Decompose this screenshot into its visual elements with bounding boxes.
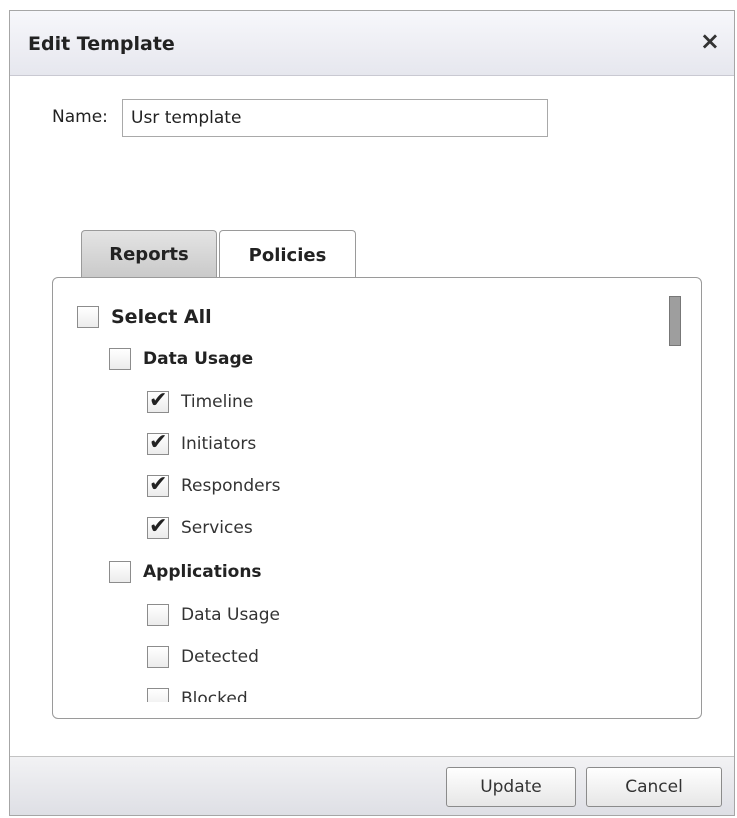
- group-data-usage-row[interactable]: Data Usage: [109, 348, 253, 370]
- responders-checkbox[interactable]: [147, 472, 169, 498]
- blocked-checkbox[interactable]: [147, 688, 169, 702]
- initiators-checkbox[interactable]: [147, 430, 169, 456]
- group-applications-row[interactable]: Applications: [109, 561, 262, 583]
- update-button[interactable]: Update: [446, 767, 576, 807]
- cancel-button[interactable]: Cancel: [586, 767, 722, 807]
- item-label: Services: [181, 518, 253, 538]
- tab-reports[interactable]: Reports: [81, 230, 217, 278]
- select-all-checkbox[interactable]: [77, 306, 99, 328]
- list-item[interactable]: Detected: [147, 646, 259, 668]
- item-label: Detected: [181, 647, 259, 667]
- item-label: Responders: [181, 476, 281, 496]
- select-all-row[interactable]: Select All: [77, 306, 212, 328]
- name-label: Name:: [52, 107, 108, 127]
- reports-panel: Select All Data Usage Timeline Initiator…: [52, 277, 702, 719]
- reports-tree: Select All Data Usage Timeline Initiator…: [53, 278, 671, 702]
- edit-template-dialog: Edit Template × Name: Reports Policies S…: [9, 10, 735, 816]
- group-label: Data Usage: [143, 349, 254, 369]
- timeline-checkbox[interactable]: [147, 388, 169, 414]
- list-item[interactable]: Initiators: [147, 430, 257, 456]
- item-label: Initiators: [181, 434, 257, 454]
- applications-group-checkbox[interactable]: [109, 561, 131, 583]
- close-icon[interactable]: ×: [700, 29, 720, 53]
- vertical-scrollbar[interactable]: [669, 296, 683, 696]
- app-data-usage-checkbox[interactable]: [147, 604, 169, 626]
- item-label: Data Usage: [181, 605, 280, 625]
- name-input[interactable]: [122, 99, 548, 137]
- list-item[interactable]: Data Usage: [147, 604, 280, 626]
- dialog-title: Edit Template: [28, 33, 175, 55]
- select-all-label: Select All: [111, 306, 212, 328]
- item-label: Timeline: [181, 392, 254, 412]
- list-item[interactable]: Timeline: [147, 388, 254, 414]
- list-item[interactable]: Responders: [147, 472, 281, 498]
- list-item[interactable]: Blocked: [147, 688, 248, 702]
- dialog-titlebar: Edit Template ×: [10, 11, 734, 76]
- list-item[interactable]: Services: [147, 514, 253, 540]
- services-checkbox[interactable]: [147, 514, 169, 540]
- scrollbar-thumb[interactable]: [669, 296, 681, 346]
- data-usage-group-checkbox[interactable]: [109, 348, 131, 370]
- detected-checkbox[interactable]: [147, 646, 169, 668]
- tab-policies[interactable]: Policies: [219, 230, 356, 280]
- item-label: Blocked: [181, 689, 248, 702]
- group-label: Applications: [143, 562, 262, 582]
- dialog-footer: Update Cancel: [10, 756, 734, 815]
